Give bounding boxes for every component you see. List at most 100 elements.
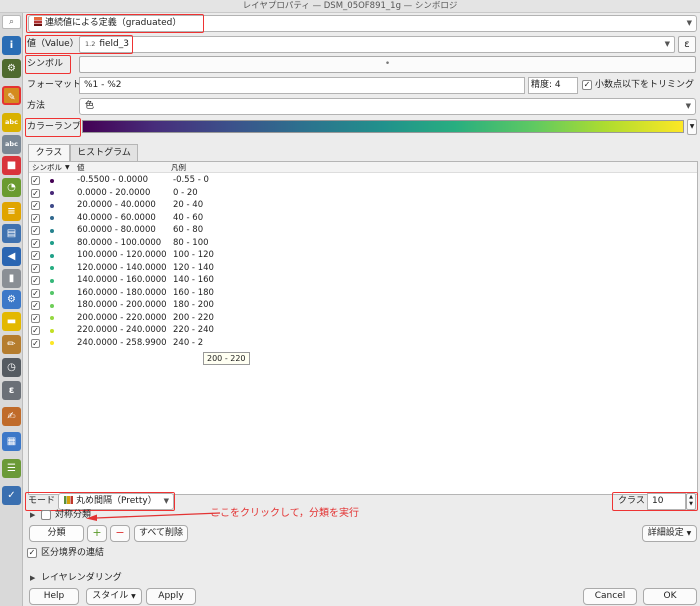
advanced-button[interactable]: 詳細設定 ▼ <box>642 525 697 542</box>
table-row[interactable]: ✓ 200.0000 - 220.0000 200 - 220 <box>29 312 697 325</box>
table-row[interactable]: ✓ 160.0000 - 180.0000 160 - 180 <box>29 287 697 300</box>
row-checkbox[interactable]: ✓ <box>31 188 40 198</box>
table-row[interactable]: ✓ 100.0000 - 120.0000 100 - 120 <box>29 249 697 262</box>
class-value[interactable]: 220.0000 - 240.0000 <box>77 324 167 337</box>
row-checkbox[interactable]: ✓ <box>31 251 40 260</box>
help-button[interactable]: Help <box>29 588 79 605</box>
header-legend[interactable]: 凡例 <box>171 162 186 173</box>
symmetric-expand-icon[interactable]: ▶ <box>30 511 35 519</box>
table-row[interactable]: ✓ 0.0000 - 20.0000 0 - 20 <box>29 187 697 200</box>
class-value[interactable]: 100.0000 - 120.0000 <box>77 249 167 262</box>
server-icon[interactable]: ✓ <box>2 486 21 505</box>
add-class-button[interactable]: + <box>87 525 107 542</box>
table-row[interactable]: ✓ 20.0000 - 40.0000 20 - 40 <box>29 199 697 212</box>
value-field-select[interactable]: 1.2 field_3 ▼ <box>79 36 675 53</box>
class-legend[interactable]: 40 - 60 <box>173 212 203 225</box>
display-icon[interactable]: ▬ <box>2 312 21 331</box>
symbol-swatch[interactable] <box>50 266 54 270</box>
class-legend[interactable]: 80 - 100 <box>173 237 209 250</box>
class-legend[interactable]: 0 - 20 <box>173 187 198 200</box>
delete-all-button[interactable]: すべて削除 <box>134 525 188 542</box>
fields-icon[interactable]: ≡ <box>2 202 21 221</box>
actions-icon[interactable]: ⚙ <box>2 290 21 309</box>
row-checkbox[interactable]: ✓ <box>31 238 40 248</box>
metadata-icon[interactable]: ✍ <box>2 407 21 426</box>
dependencies-icon[interactable]: ▦ <box>2 432 21 451</box>
color-ramp-preview[interactable] <box>82 120 684 133</box>
class-value[interactable]: 140.0000 - 160.0000 <box>77 274 167 287</box>
layer-rendering-expand-icon[interactable]: ▶ <box>30 574 35 582</box>
cancel-button[interactable]: Cancel <box>583 588 637 605</box>
apply-button[interactable]: Apply <box>146 588 196 605</box>
symbol-swatch[interactable] <box>50 291 54 295</box>
symbol-swatch[interactable] <box>50 216 54 220</box>
class-value[interactable]: 0.0000 - 20.0000 <box>77 187 150 200</box>
tab-histogram[interactable]: ヒストグラム <box>70 144 138 161</box>
info-icon[interactable]: i <box>2 36 21 55</box>
masks-icon[interactable]: abc <box>2 135 21 154</box>
table-row[interactable]: ✓ 40.0000 - 60.0000 40 - 60 <box>29 212 697 225</box>
class-value[interactable]: -0.5500 - 0.0000 <box>77 174 148 187</box>
symbology-icon[interactable]: ✎ <box>2 86 21 105</box>
row-checkbox[interactable]: ✓ <box>31 326 40 335</box>
symbol-swatch[interactable] <box>50 228 54 233</box>
class-value[interactable]: 40.0000 - 60.0000 <box>77 212 156 225</box>
attributes-form-icon[interactable]: ▤ <box>2 224 21 243</box>
class-legend[interactable]: 180 - 200 <box>173 299 214 312</box>
trim-checkbox[interactable]: ✓ <box>582 80 592 90</box>
row-checkbox[interactable]: ✓ <box>31 213 40 223</box>
labels-icon[interactable]: abc <box>2 113 21 132</box>
symbol-swatch[interactable] <box>50 303 54 308</box>
class-legend[interactable]: 200 - 220 <box>173 312 214 325</box>
table-row[interactable]: ✓ -0.5500 - 0.0000 -0.55 - 0 <box>29 174 697 187</box>
class-value[interactable]: 160.0000 - 180.0000 <box>77 287 167 300</box>
symbol-swatch[interactable] <box>50 341 54 345</box>
class-legend[interactable]: 160 - 180 <box>173 287 214 300</box>
table-row[interactable]: ✓ 220.0000 - 240.0000 220 - 240 <box>29 324 697 337</box>
class-legend[interactable]: 220 - 240 <box>173 324 214 337</box>
symbol-swatch[interactable] <box>50 191 54 195</box>
symbol-swatch[interactable] <box>50 241 54 245</box>
header-value[interactable]: 値 <box>77 162 85 173</box>
symbol-swatch[interactable] <box>50 178 54 183</box>
row-checkbox[interactable]: ✓ <box>31 301 40 310</box>
table-row[interactable]: ✓ 60.0000 - 80.0000 60 - 80 <box>29 224 697 237</box>
ok-button[interactable]: OK <box>643 588 697 605</box>
class-legend[interactable]: 60 - 80 <box>173 224 203 237</box>
remove-class-button[interactable]: − <box>110 525 130 542</box>
tab-classes[interactable]: クラス <box>28 144 70 161</box>
storage-icon[interactable]: ▮ <box>2 269 21 288</box>
row-checkbox[interactable]: ✓ <box>31 263 40 273</box>
class-legend[interactable]: 140 - 160 <box>173 274 214 287</box>
style-button[interactable]: スタイル ▼ <box>86 588 142 605</box>
symbol-button[interactable]: • <box>79 56 696 73</box>
table-row[interactable]: ✓ 120.0000 - 140.0000 120 - 140 <box>29 262 697 275</box>
class-value[interactable]: 60.0000 - 80.0000 <box>77 224 156 237</box>
rendering-icon[interactable]: ✏ <box>2 335 21 354</box>
table-row[interactable]: ✓ 140.0000 - 160.0000 140 - 160 <box>29 274 697 287</box>
color-ramp-dropdown[interactable]: ▼ <box>687 119 697 135</box>
class-value[interactable]: 20.0000 - 40.0000 <box>77 199 156 212</box>
table-row[interactable]: ✓ 80.0000 - 100.0000 80 - 100 <box>29 237 697 250</box>
sidebar-search-icon[interactable]: ⌕ <box>2 15 21 29</box>
row-checkbox[interactable]: ✓ <box>31 313 40 323</box>
row-checkbox[interactable]: ✓ <box>31 288 40 298</box>
symbol-swatch[interactable] <box>50 203 54 208</box>
expression-button[interactable]: ε <box>678 36 696 53</box>
class-legend[interactable]: 20 - 40 <box>173 199 203 212</box>
row-checkbox[interactable]: ✓ <box>31 226 40 235</box>
diagram-icon[interactable]: ◔ <box>2 178 21 197</box>
3d-view-icon[interactable]: ■ <box>2 156 21 175</box>
layer-rendering-label[interactable]: レイヤレンダリング <box>41 570 122 586</box>
header-symbol[interactable]: シンボル <box>32 162 62 173</box>
class-value[interactable]: 80.0000 - 100.0000 <box>77 237 161 250</box>
class-value[interactable]: 240.0000 - 258.9900 <box>77 337 167 350</box>
variables-icon[interactable]: ε <box>2 381 21 400</box>
symbol-swatch[interactable] <box>50 278 54 283</box>
class-legend[interactable]: 100 - 120 <box>173 249 214 262</box>
symbol-swatch[interactable] <box>50 328 54 333</box>
classify-button[interactable]: 分類 <box>29 525 84 542</box>
row-checkbox[interactable]: ✓ <box>31 176 40 185</box>
class-value[interactable]: 180.0000 - 200.0000 <box>77 299 167 312</box>
method-select[interactable]: 色 ▼ <box>79 98 696 115</box>
